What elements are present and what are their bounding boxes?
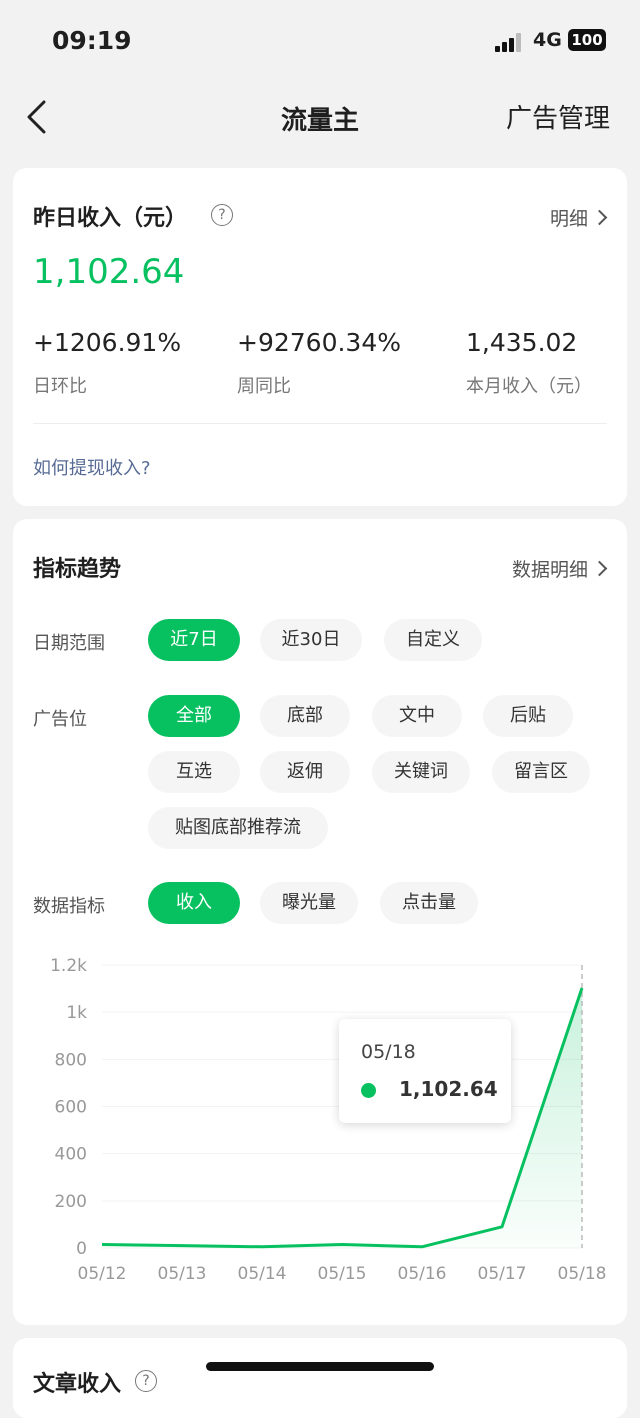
chip-date-7d[interactable]: 近7日 <box>148 619 240 661</box>
trend-card: 指标趋势 数据明细 日期范围 近7日 近30日 自定义 广告位 全部 底部 文中… <box>13 519 627 1325</box>
income-amount: 1,102.64 <box>33 252 185 292</box>
y-tick-label: 800 <box>55 1050 87 1070</box>
back-arrow-icon[interactable] <box>24 98 50 136</box>
income-detail-label: 明细 <box>549 208 588 230</box>
x-tick-label: 05/15 <box>318 1264 367 1284</box>
nav-bar: 流量主 广告管理 <box>0 80 640 155</box>
article-income-card: 文章收入 ? <box>13 1338 627 1418</box>
tooltip-value: 1,102.64 <box>399 1077 498 1101</box>
metric-label: 数据指标 <box>33 896 105 917</box>
date-range-label: 日期范围 <box>33 633 105 654</box>
chip-metric-clicks[interactable]: 点击量 <box>380 882 478 924</box>
y-tick-label: 200 <box>55 1192 87 1212</box>
income-card: 昨日收入（元） ? 明细 1,102.64 +1206.91% 日环比 +927… <box>13 168 627 506</box>
stat-value-weekly: +92760.34% <box>237 328 401 357</box>
withdraw-help-link[interactable]: 如何提现收入? <box>33 454 151 480</box>
battery-icon: 100 <box>568 29 606 51</box>
article-income-title: 文章收入 <box>33 1372 122 1397</box>
stat-value-daily: +1206.91% <box>33 328 182 357</box>
income-title: 昨日收入（元） <box>33 206 188 231</box>
ad-management-link[interactable]: 广告管理 <box>506 98 610 135</box>
chip-slot-comments[interactable]: 留言区 <box>492 751 590 793</box>
ad-slot-label: 广告位 <box>33 709 87 730</box>
home-indicator[interactable] <box>206 1362 434 1371</box>
x-tick-label: 05/17 <box>478 1264 527 1284</box>
x-tick-label: 05/12 <box>78 1264 127 1284</box>
x-tick-label: 05/13 <box>158 1264 207 1284</box>
stat-value-monthly: 1,435.02 <box>466 328 578 357</box>
x-tick-label: 05/16 <box>398 1264 447 1284</box>
chip-slot-keyword[interactable]: 关键词 <box>372 751 470 793</box>
chip-slot-post[interactable]: 后贴 <box>483 695 573 737</box>
y-tick-label: 0 <box>76 1239 87 1259</box>
chip-date-30d[interactable]: 近30日 <box>260 619 362 661</box>
data-detail-label: 数据明细 <box>511 559 588 581</box>
data-detail-link[interactable]: 数据明细 <box>511 555 608 582</box>
chevron-right-icon <box>591 560 608 577</box>
stat-label-monthly: 本月收入（元） <box>466 376 592 397</box>
chip-metric-income[interactable]: 收入 <box>148 882 240 924</box>
network-type: 4G <box>533 29 562 51</box>
x-tick-label: 05/18 <box>558 1264 607 1284</box>
help-icon[interactable]: ? <box>211 204 233 226</box>
status-bar: 09:19 4G 100 <box>0 0 640 80</box>
chip-slot-mutual[interactable]: 互选 <box>148 751 240 793</box>
status-time: 09:19 <box>52 26 132 55</box>
divider <box>33 423 607 424</box>
income-trend-chart[interactable]: 0 200 400 600 800 1k 1.2k 05/12 05/13 05/14 05/15… <box>13 949 627 1299</box>
y-tick-label: 600 <box>55 1098 87 1118</box>
stat-label-daily: 日环比 <box>33 376 87 397</box>
x-tick-label: 05/14 <box>238 1264 287 1284</box>
help-icon[interactable]: ? <box>135 1370 157 1392</box>
y-tick-label: 400 <box>55 1145 87 1165</box>
chip-slot-all[interactable]: 全部 <box>148 695 240 737</box>
tooltip-date: 05/18 <box>361 1041 416 1063</box>
stat-label-weekly: 周同比 <box>237 376 291 397</box>
y-tick-label: 1.2k <box>50 956 87 976</box>
legend-dot-icon <box>361 1083 376 1098</box>
trend-title: 指标趋势 <box>33 557 122 582</box>
income-detail-link[interactable]: 明细 <box>549 204 608 231</box>
chip-metric-impressions[interactable]: 曝光量 <box>260 882 358 924</box>
chevron-right-icon <box>591 209 608 226</box>
chip-date-custom[interactable]: 自定义 <box>384 619 482 661</box>
chip-slot-inline[interactable]: 文中 <box>372 695 462 737</box>
chip-slot-image-bottom[interactable]: 贴图底部推荐流 <box>148 807 328 849</box>
chip-slot-bottom[interactable]: 底部 <box>260 695 350 737</box>
y-tick-label: 1k <box>66 1003 87 1023</box>
chip-slot-rebate[interactable]: 返佣 <box>260 751 350 793</box>
chart-tooltip: 05/18 1,102.64 <box>339 1019 511 1123</box>
signal-icon <box>495 32 525 52</box>
